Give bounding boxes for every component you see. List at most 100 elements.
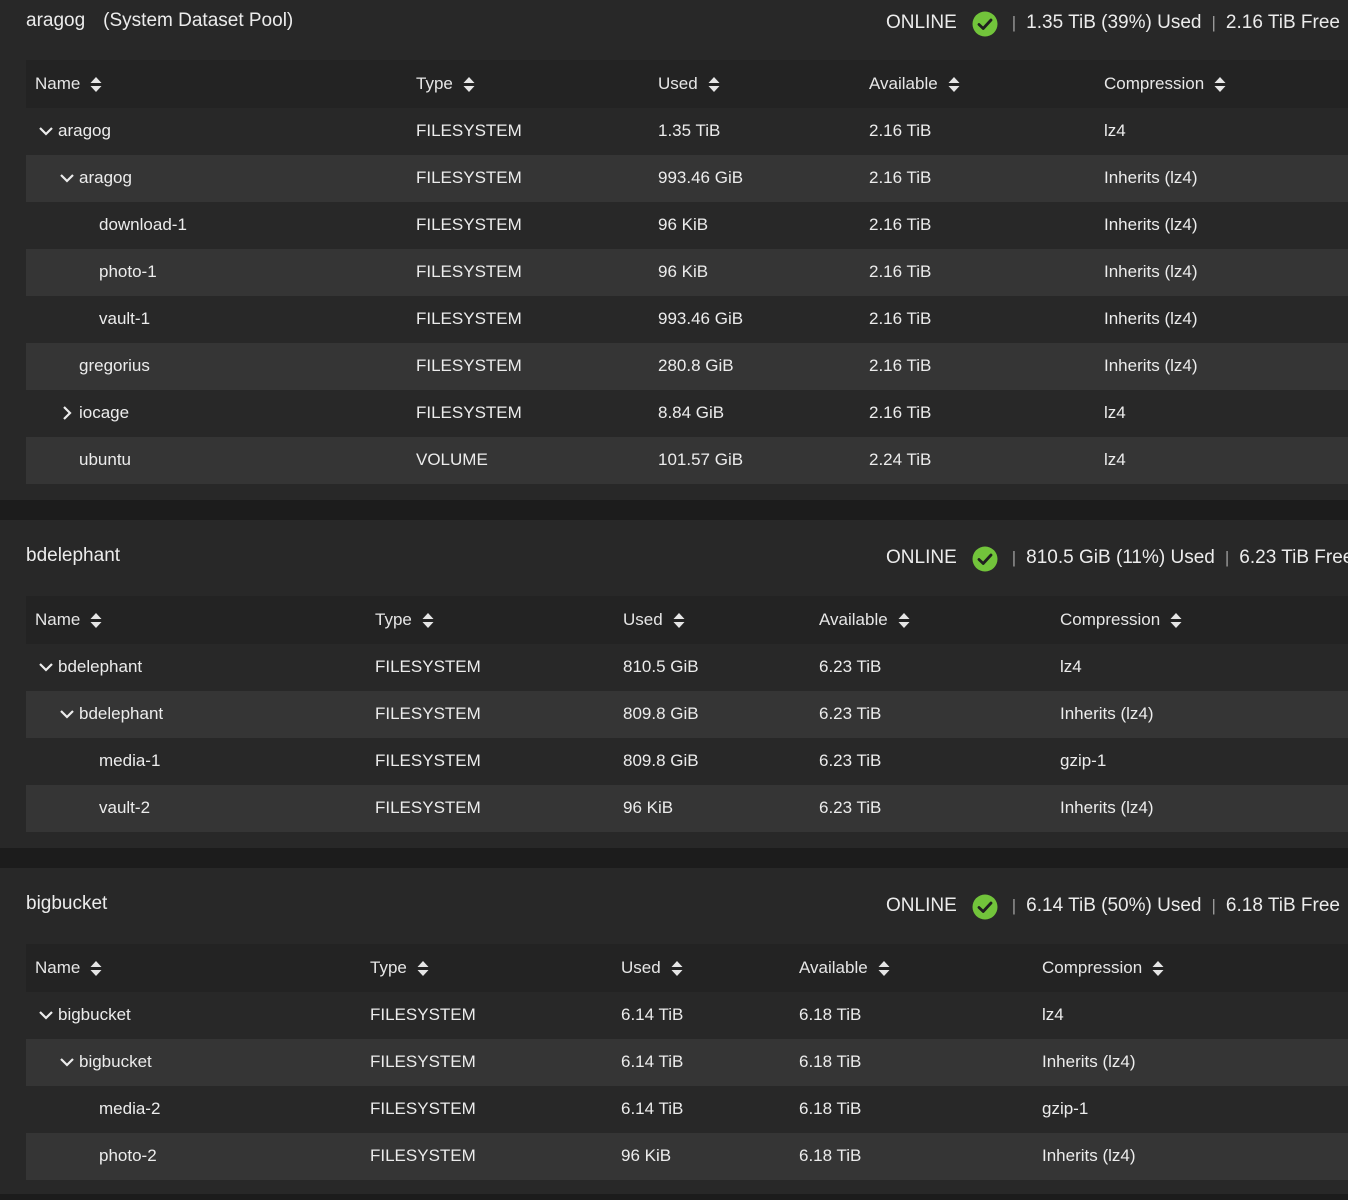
storage-pools-page: aragog (System Dataset Pool) ONLINE | 1.3… bbox=[0, 0, 1348, 1200]
compression-cell: Inherits (lz4) bbox=[1104, 309, 1198, 328]
available-cell: 6.23 TiB bbox=[819, 751, 882, 770]
pool-status-text: ONLINE bbox=[886, 895, 957, 916]
table-row[interactable]: vault-2 FILESYSTEM 96 KiB 6.23 TiB Inher… bbox=[26, 785, 1348, 832]
used-cell: 96 KiB bbox=[621, 1146, 672, 1165]
compression-cell: Inherits (lz4) bbox=[1060, 704, 1154, 723]
compression-cell: Inherits (lz4) bbox=[1060, 798, 1154, 817]
table-row[interactable]: download-1 FILESYSTEM 96 KiB 2.16 TiB In… bbox=[26, 202, 1348, 249]
used-cell: 8.84 GiB bbox=[658, 403, 725, 422]
table-row[interactable]: media-2 FILESYSTEM 6.14 TiB 6.18 TiB gzi… bbox=[26, 1086, 1348, 1133]
separator: | bbox=[1011, 13, 1017, 32]
sort-icon bbox=[463, 76, 475, 92]
table-row[interactable]: bigbucket FILESYSTEM 6.14 TiB 6.18 TiB l… bbox=[26, 992, 1348, 1039]
table-row[interactable]: iocage FILESYSTEM 8.84 GiB 2.16 TiB lz4 bbox=[26, 390, 1348, 437]
column-header-compression[interactable]: Compression bbox=[1042, 958, 1164, 978]
column-header-used[interactable]: Used bbox=[623, 610, 685, 630]
chevron-down-icon[interactable] bbox=[59, 1054, 75, 1070]
pool-card-bigbucket: bigbucket ONLINE | 6.14 TiB (50%) Used |… bbox=[0, 868, 1348, 1194]
type-cell: FILESYSTEM bbox=[375, 751, 481, 770]
sort-icon bbox=[673, 612, 685, 628]
column-header-available[interactable]: Available bbox=[869, 74, 960, 94]
sort-icon bbox=[422, 612, 434, 628]
column-header-name[interactable]: Name bbox=[35, 74, 102, 94]
table-row[interactable]: photo-2 FILESYSTEM 96 KiB 6.18 TiB Inher… bbox=[26, 1133, 1348, 1180]
table-row[interactable]: aragog FILESYSTEM 1.35 TiB 2.16 TiB lz4 bbox=[26, 108, 1348, 155]
column-header-type[interactable]: Type bbox=[375, 610, 434, 630]
sort-icon bbox=[878, 960, 890, 976]
compression-cell: gzip-1 bbox=[1060, 751, 1107, 770]
pool-divider bbox=[0, 500, 1348, 520]
table-row[interactable]: vault-1 FILESYSTEM 993.46 GiB 2.16 TiB I… bbox=[26, 296, 1348, 343]
used-cell: 993.46 GiB bbox=[658, 309, 744, 328]
pool-header: bigbucket ONLINE | 6.14 TiB (50%) Used |… bbox=[0, 883, 1348, 925]
type-cell: FILESYSTEM bbox=[416, 121, 522, 140]
column-header-name[interactable]: Name bbox=[35, 958, 102, 978]
separator: | bbox=[1211, 13, 1216, 32]
chevron-down-icon[interactable] bbox=[38, 659, 54, 675]
pool-card-bdelephant: bdelephant ONLINE | 810.5 GiB (11%) Used… bbox=[0, 520, 1348, 848]
available-cell: 2.16 TiB bbox=[869, 121, 932, 140]
table-row[interactable]: gregorius FILESYSTEM 280.8 GiB 2.16 TiB … bbox=[26, 343, 1348, 390]
sort-icon bbox=[671, 960, 683, 976]
used-cell: 1.35 TiB bbox=[658, 121, 721, 140]
table-row[interactable]: bdelephant FILESYSTEM 810.5 GiB 6.23 TiB… bbox=[26, 644, 1348, 691]
type-cell: FILESYSTEM bbox=[375, 657, 481, 676]
compression-cell: Inherits (lz4) bbox=[1042, 1146, 1136, 1165]
available-cell: 2.16 TiB bbox=[869, 262, 932, 281]
column-header-available[interactable]: Available bbox=[819, 610, 910, 630]
type-cell: FILESYSTEM bbox=[416, 356, 522, 375]
table-row[interactable]: photo-1 FILESYSTEM 96 KiB 2.16 TiB Inher… bbox=[26, 249, 1348, 296]
compression-cell: lz4 bbox=[1104, 450, 1126, 469]
chevron-down-icon[interactable] bbox=[38, 123, 54, 139]
table-row[interactable]: ubuntu VOLUME 101.57 GiB 2.24 TiB lz4 bbox=[26, 437, 1348, 484]
name-cell: photo-1 bbox=[99, 262, 157, 281]
used-cell: 96 KiB bbox=[658, 215, 709, 234]
used-cell: 6.14 TiB bbox=[621, 1052, 684, 1071]
column-header-used[interactable]: Used bbox=[658, 74, 720, 94]
sort-icon bbox=[708, 76, 720, 92]
column-header-available[interactable]: Available bbox=[799, 958, 890, 978]
type-cell: FILESYSTEM bbox=[375, 798, 481, 817]
type-cell: VOLUME bbox=[416, 450, 488, 469]
name-cell: media-2 bbox=[99, 1099, 161, 1118]
pool-name: bigbucket bbox=[26, 893, 108, 914]
table-row[interactable]: media-1 FILESYSTEM 809.8 GiB 6.23 TiB gz… bbox=[26, 738, 1348, 785]
sort-icon bbox=[1170, 612, 1182, 628]
chevron-down-icon[interactable] bbox=[59, 706, 75, 722]
name-cell: media-1 bbox=[99, 751, 161, 770]
available-cell: 2.16 TiB bbox=[869, 168, 932, 187]
table-row[interactable]: aragog FILESYSTEM 993.46 GiB 2.16 TiB In… bbox=[26, 155, 1348, 202]
pool-divider bbox=[0, 1194, 1348, 1200]
type-cell: FILESYSTEM bbox=[370, 1146, 476, 1165]
chevron-down-icon[interactable] bbox=[59, 170, 75, 186]
column-header-used[interactable]: Used bbox=[621, 958, 683, 978]
chevron-down-icon[interactable] bbox=[38, 1007, 54, 1023]
name-cell: iocage bbox=[59, 403, 129, 423]
column-header-name[interactable]: Name bbox=[35, 610, 102, 630]
used-cell: 809.8 GiB bbox=[623, 751, 699, 770]
check-circle-icon bbox=[972, 546, 998, 572]
used-cell: 993.46 GiB bbox=[658, 168, 744, 187]
available-cell: 6.23 TiB bbox=[819, 704, 882, 723]
chevron-right-icon[interactable] bbox=[59, 405, 75, 421]
table-row[interactable]: bdelephant FILESYSTEM 809.8 GiB 6.23 TiB… bbox=[26, 691, 1348, 738]
column-header-compression[interactable]: Compression bbox=[1104, 74, 1226, 94]
column-header-compression[interactable]: Compression bbox=[1060, 610, 1182, 630]
column-header-type[interactable]: Type bbox=[416, 74, 475, 94]
name-cell: gregorius bbox=[79, 356, 150, 375]
column-header-type[interactable]: Type bbox=[370, 958, 429, 978]
used-cell: 101.57 GiB bbox=[658, 450, 744, 469]
sort-icon bbox=[417, 960, 429, 976]
separator: | bbox=[1011, 548, 1017, 567]
name-cell: aragog bbox=[59, 168, 132, 188]
available-cell: 2.24 TiB bbox=[869, 450, 932, 469]
used-cell: 96 KiB bbox=[658, 262, 709, 281]
sort-icon bbox=[90, 76, 102, 92]
used-cell: 6.14 TiB bbox=[621, 1099, 684, 1118]
type-cell: FILESYSTEM bbox=[370, 1005, 476, 1024]
name-cell: download-1 bbox=[99, 215, 187, 234]
type-cell: FILESYSTEM bbox=[375, 704, 481, 723]
type-cell: FILESYSTEM bbox=[416, 168, 522, 187]
used-cell: 809.8 GiB bbox=[623, 704, 699, 723]
table-row[interactable]: bigbucket FILESYSTEM 6.14 TiB 6.18 TiB I… bbox=[26, 1039, 1348, 1086]
